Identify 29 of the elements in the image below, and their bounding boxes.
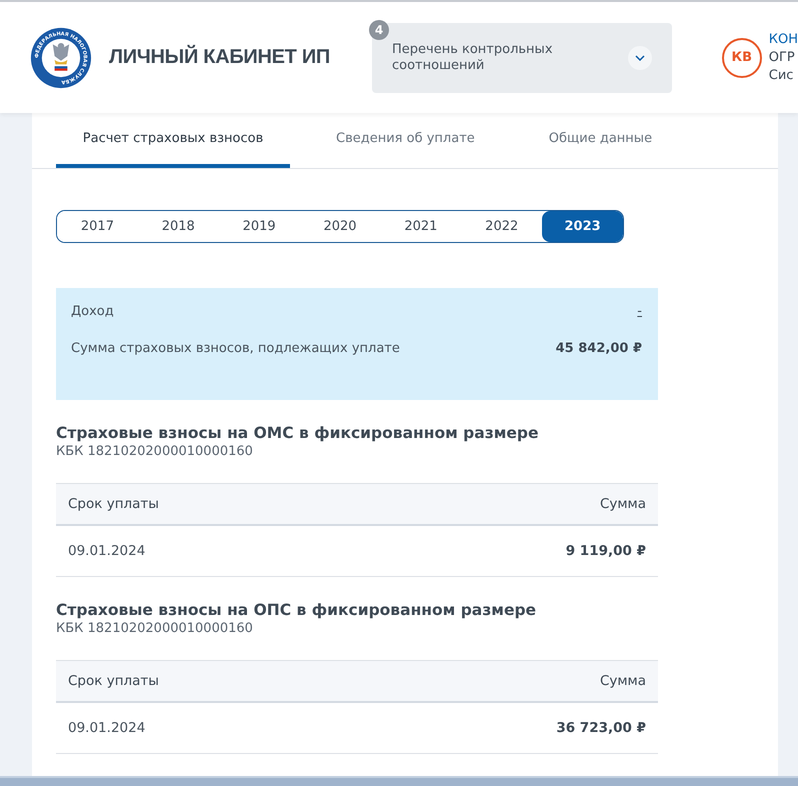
column-header: Срок уплаты — [68, 496, 159, 512]
user-avatar[interactable]: КВ — [722, 38, 762, 78]
tab[interactable]: Расчет страховых взносов — [56, 113, 290, 168]
summary-amount: 45 842,00 ₽ — [556, 341, 642, 356]
kbk-code: КБК 18210202000010000160 — [56, 621, 254, 636]
amount-cell: 36 723,00 ₽ — [556, 720, 646, 736]
date-cell: 09.01.2024 — [68, 543, 146, 559]
control-ratios-dropdown[interactable]: 4 Перечень контрольных соотношений — [372, 22, 672, 92]
summary-label: Сумма страховых взносов, подлежащих уплате — [71, 341, 400, 356]
cabinet-title: ЛИЧНЫЙ КАБИНЕТ ИП — [108, 46, 330, 69]
user-name[interactable]: КОН — [768, 30, 798, 48]
user-ogrn: ОГР — [768, 48, 796, 66]
column-header: Сумма — [600, 673, 646, 689]
year-option[interactable]: 2023 — [542, 211, 623, 242]
tab[interactable]: Сведения об уплате — [320, 113, 491, 168]
kbk-code: КБК 18210202000010000160 — [56, 444, 254, 459]
summary-label: Доход — [71, 304, 114, 319]
column-header: Срок уплаты — [68, 673, 159, 689]
tab[interactable]: Общие данные — [532, 113, 668, 168]
section-title: Страховые взносы на ОПС в фиксированном размере — [56, 601, 538, 619]
amount-cell: 9 119,00 ₽ — [566, 543, 646, 559]
user-system: Сис — [768, 66, 794, 84]
date-cell: 09.01.2024 — [68, 720, 146, 736]
section-title: Страховые взносы на ОМС в фиксированном размере — [56, 424, 540, 442]
chevron-down-icon[interactable] — [628, 46, 652, 70]
count-badge: 4 — [369, 20, 389, 40]
dropdown-label: Перечень контрольных соотношений — [392, 42, 554, 74]
column-header: Сумма — [600, 496, 646, 512]
summary-link[interactable]: - — [637, 304, 642, 319]
